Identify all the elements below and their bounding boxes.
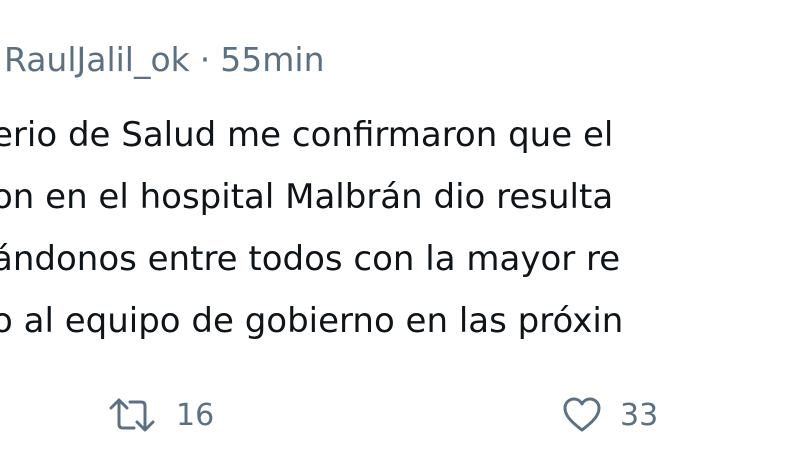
tweet-actions: 16 33 <box>0 380 800 450</box>
tweet-header: RaulJalil_ok · 55min <box>4 40 325 79</box>
tweet-timestamp[interactable]: 55min <box>220 40 324 79</box>
retweet-icon <box>106 395 158 435</box>
tweet-text-line: on en el hospital Malbrán dio resulta <box>0 177 614 217</box>
author-handle[interactable]: RaulJalil_ok <box>4 40 190 79</box>
tweet-text-line: erio de Salud me confirmaron que el <box>0 115 614 155</box>
tweet-text-line: ándonos entre todos con la mayor re <box>0 239 621 279</box>
like-button[interactable]: 33 <box>562 380 658 450</box>
like-count: 33 <box>620 397 659 433</box>
tweet-text-line: o al equipo de gobierno en las próxin <box>0 301 624 341</box>
retweet-count: 16 <box>176 397 215 433</box>
heart-icon <box>562 396 602 434</box>
retweet-button[interactable]: 16 <box>106 380 214 450</box>
tweet-text: erio de Salud me confirmaron que el on e… <box>0 104 623 352</box>
header-separator: · <box>199 40 211 79</box>
